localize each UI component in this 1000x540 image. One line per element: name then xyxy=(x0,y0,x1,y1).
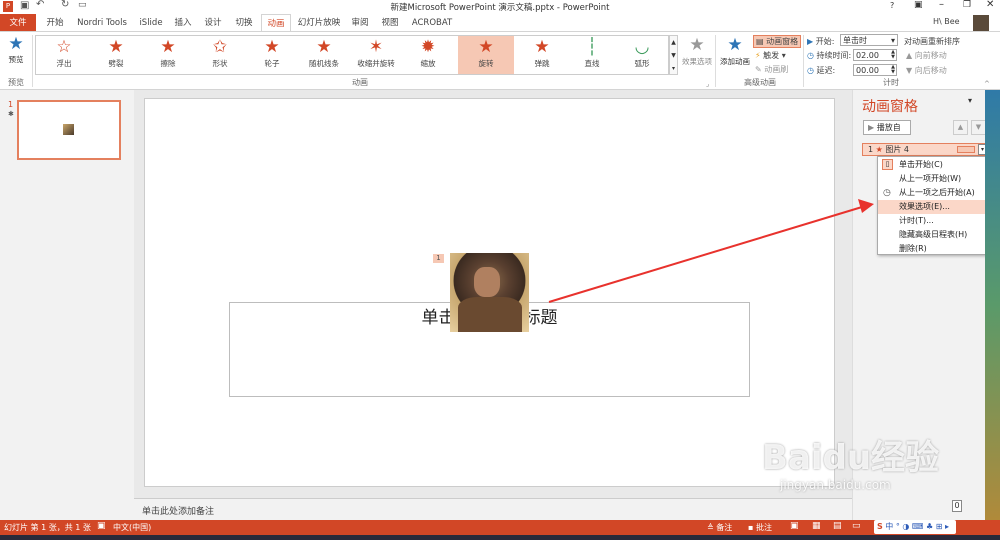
reading-view-icon[interactable]: ▤ xyxy=(833,521,842,531)
ime-toolbar[interactable]: S 中 ° ◑ ⌨ ♣ ⊞ ▸ xyxy=(874,520,956,534)
notes-icon: ≜ xyxy=(707,523,714,532)
comment-icon: ▪ xyxy=(748,523,754,532)
comments-label: 批注 xyxy=(755,523,772,532)
sorter-view-icon[interactable]: ▦ xyxy=(812,521,821,531)
watermark-brand: Baidu经验 xyxy=(762,438,940,478)
ime-logo-icon: S xyxy=(877,522,883,531)
slide-info: 幻灯片 第 1 张，共 1 张 xyxy=(4,523,91,532)
notes-label: 备注 xyxy=(716,523,733,532)
desktop-background xyxy=(985,90,1000,520)
arrow-line xyxy=(548,206,863,303)
status-bar: 幻灯片 第 1 张，共 1 张 ▣ 中文(中国) ≜ 备注 ▪ 批注 ▣ ▦ ▤… xyxy=(0,520,1000,535)
normal-view-icon[interactable]: ▣ xyxy=(790,521,799,531)
spellcheck-icon[interactable]: ▣ xyxy=(97,521,106,531)
comments-toggle[interactable]: ▪ 批注 xyxy=(748,522,772,533)
language[interactable]: 中文(中国) xyxy=(113,522,151,533)
zoom-box[interactable]: 0 xyxy=(952,500,962,512)
arrow-head xyxy=(858,199,874,213)
watermark-url: jingyan.baidu.com xyxy=(780,478,891,492)
slideshow-view-icon[interactable]: ▭ xyxy=(852,521,861,531)
taskbar xyxy=(0,535,1000,540)
notes-toggle[interactable]: ≜ 备注 xyxy=(707,522,732,533)
